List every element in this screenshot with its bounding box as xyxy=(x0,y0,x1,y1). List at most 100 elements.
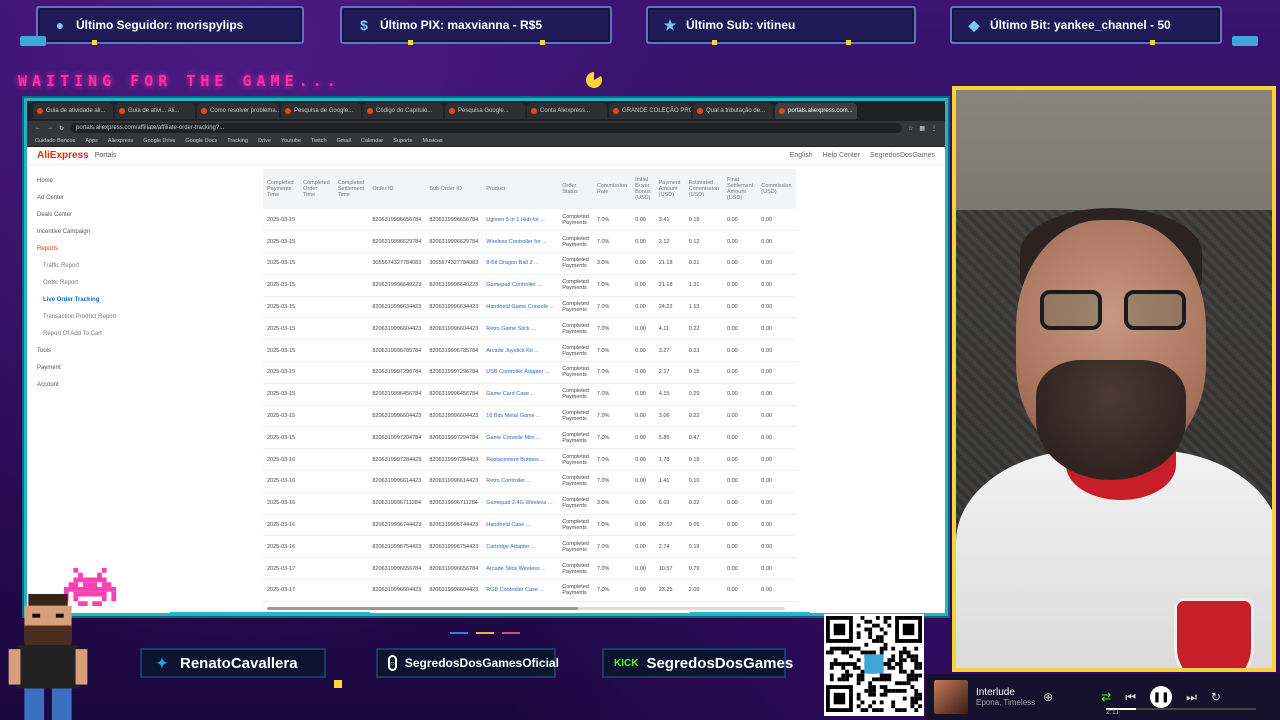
browser-tab[interactable]: Pesquisa Google... xyxy=(445,103,525,119)
column-header[interactable]: Sub Order ID xyxy=(425,169,483,209)
table-cell: 2025-03-15 xyxy=(263,317,300,341)
qr-module xyxy=(856,677,861,682)
pause-button[interactable]: ❚❚ xyxy=(1150,686,1173,708)
header-link[interactable]: Help Center xyxy=(823,152,860,159)
product-link[interactable]: Handheld Game Console ... xyxy=(482,296,559,319)
bookmark-item[interactable]: Apps xyxy=(85,138,98,144)
column-header[interactable]: Product xyxy=(482,169,559,209)
product-link[interactable]: 8-Bit Dragon Ball Z ... xyxy=(482,252,559,275)
browser-tab[interactable]: Guia de atividade ali... xyxy=(33,103,113,119)
menu-icon[interactable]: ⋮ xyxy=(931,125,937,132)
product-link[interactable]: Retro Controller ... xyxy=(482,470,559,493)
column-header[interactable]: Estimated Commission (USD) xyxy=(684,169,723,209)
browser-tab[interactable]: Qual a tributação de... xyxy=(693,103,773,119)
sidebar-item[interactable]: Home xyxy=(37,173,249,190)
bookmark-item[interactable]: Google Drive xyxy=(143,138,175,144)
reload-icon[interactable]: ↻ xyxy=(59,125,64,132)
sidebar-item[interactable]: Order Report xyxy=(37,275,249,292)
sidebar-item[interactable]: Tools xyxy=(37,343,249,360)
bookmark-item[interactable]: Aliexpress xyxy=(108,138,133,144)
product-link[interactable]: Game Console Mini ... xyxy=(482,426,559,450)
bookmark-item[interactable]: Cuidado Bancos xyxy=(35,138,75,144)
table-cell: 2025-03-15 xyxy=(263,209,300,232)
bookmark-item[interactable]: Drive xyxy=(258,138,271,144)
qr-module xyxy=(887,662,892,666)
table-cell: 8206319996604423 xyxy=(368,579,426,602)
track-artist: Epona, Timeless xyxy=(976,698,1036,707)
column-header[interactable]: Completed Order Time xyxy=(299,169,334,209)
product-link[interactable]: Gamepad Controller ... xyxy=(482,274,559,297)
column-header[interactable]: Commission (USD) xyxy=(757,169,796,209)
product-link[interactable]: Retro Game Stick ... xyxy=(482,317,559,341)
next-icon[interactable]: ⏭ xyxy=(1186,690,1197,705)
product-link[interactable]: Arcade Stick Wireless ... xyxy=(482,557,559,581)
repeat-icon[interactable]: ↻ xyxy=(1211,690,1221,704)
header-link[interactable]: English xyxy=(790,152,813,159)
browser-tab[interactable]: Guia de ativi... Ali... xyxy=(115,103,195,119)
table-header-row: Completed Payments Time Completed Order T… xyxy=(263,169,796,209)
product-link[interactable]: Cartridge Adapter ... xyxy=(482,535,559,559)
sidebar-item[interactable]: Incentive Campaign xyxy=(37,224,249,241)
sidebar-item[interactable]: Payment xyxy=(37,360,249,377)
horizontal-scrollbar[interactable] xyxy=(267,607,785,610)
address-bar[interactable]: portals.aliexpress.com/affiliate/affilia… xyxy=(70,123,902,133)
product-link[interactable]: Wireless Controller for ... xyxy=(482,230,559,254)
product-link[interactable]: Replacement Buttons ... xyxy=(482,448,559,472)
column-header[interactable]: Completed Settlement Time xyxy=(333,169,369,209)
extensions-icon[interactable]: ▦ xyxy=(919,125,925,132)
sidebar-item[interactable]: Traffic Report xyxy=(37,258,249,275)
sidebar-item[interactable]: Account xyxy=(37,377,249,394)
product-link[interactable]: Gamepad 2.4G Wireless ... xyxy=(482,492,559,515)
bookmark-item[interactable]: Musicas xyxy=(423,138,443,144)
product-link[interactable]: USB Controller Adapter ... xyxy=(482,361,559,384)
sidebar-item[interactable]: Ad Center xyxy=(37,190,249,207)
bookmark-item[interactable]: Gmail xyxy=(337,138,351,144)
add-icon[interactable]: ⊕ xyxy=(1043,690,1053,704)
sidebar-item[interactable]: Transaction Product Report xyxy=(37,309,249,326)
column-header[interactable]: Payment Amount (USD) xyxy=(654,169,685,209)
header-link[interactable]: SegredosDosGames xyxy=(870,152,935,159)
sidebar-item[interactable]: Live Order Tracking xyxy=(37,292,249,309)
app-body: Home Ad Center Deals Center Incentive Campa… xyxy=(27,167,945,613)
sidebar-item[interactable]: Reports xyxy=(37,241,249,258)
sidebar-item[interactable]: Deals Center xyxy=(37,207,249,224)
column-header[interactable]: Commission Rate xyxy=(592,169,632,209)
product-link[interactable]: RGB Controller Case ... xyxy=(482,579,559,602)
browser-tab[interactable]: Como resolver problema... xyxy=(197,103,279,119)
browser-tab[interactable]: Código do Capítulo... xyxy=(363,103,443,119)
bookmark-item[interactable]: Calendar xyxy=(361,138,383,144)
column-header[interactable]: Initial Buyer Bonus (USD) xyxy=(631,169,655,209)
bookmark-item[interactable]: Youtube xyxy=(281,138,301,144)
product-link[interactable]: Handheld Case ... xyxy=(482,514,559,537)
back-icon[interactable]: ← xyxy=(35,125,41,131)
browser-tab[interactable]: Pesquisa de Google... xyxy=(281,103,361,119)
aliexpress-logo[interactable]: AliExpress xyxy=(37,150,89,161)
product-link[interactable]: Game Card Case ... xyxy=(482,383,559,406)
bookmark-item[interactable]: Tracking xyxy=(227,138,248,144)
product-link[interactable]: Arcade Joystick Kit ... xyxy=(482,339,559,363)
forward-icon[interactable]: → xyxy=(47,125,53,131)
column-header[interactable]: Order Status xyxy=(558,169,593,209)
table-cell: 0.00 xyxy=(723,230,758,254)
column-header[interactable]: Order ID xyxy=(368,169,426,209)
browser-tab[interactable]: Conta Aliexpress... xyxy=(527,103,607,119)
bookmark-item[interactable]: Google Docs xyxy=(185,138,217,144)
scrollbar-thumb[interactable] xyxy=(267,607,578,610)
bookmark-item[interactable]: Suporte xyxy=(393,138,412,144)
sidebar-item[interactable]: Report Of Add To Cart xyxy=(37,326,249,343)
shuffle-icon[interactable]: ⇄ xyxy=(1101,690,1111,704)
table-cell: 7.0% xyxy=(592,274,632,297)
qr-module xyxy=(879,673,884,678)
column-header[interactable]: Completed Payments Time xyxy=(263,169,300,209)
product-link[interactable]: 16 Bits Metal Game ... xyxy=(482,405,559,428)
deco-tab-left xyxy=(20,36,46,46)
column-header[interactable]: Final Settlement Amount (USD) xyxy=(723,169,758,209)
deco-dot xyxy=(712,40,717,45)
bookmark-item[interactable]: Twitch xyxy=(311,138,327,144)
star-bookmark-icon[interactable]: ☆ xyxy=(908,125,913,132)
browser-tab[interactable]: GRANDE COLEÇÃO PRO... xyxy=(609,103,691,119)
browser-tab[interactable]: portals.aliexpress.com... xyxy=(775,103,857,119)
product-link[interactable]: Ugreen 5 in 1 Hub for ... xyxy=(482,209,559,232)
seek-bar[interactable] xyxy=(1106,708,1256,710)
previous-icon[interactable]: ⏮ xyxy=(1125,690,1136,705)
